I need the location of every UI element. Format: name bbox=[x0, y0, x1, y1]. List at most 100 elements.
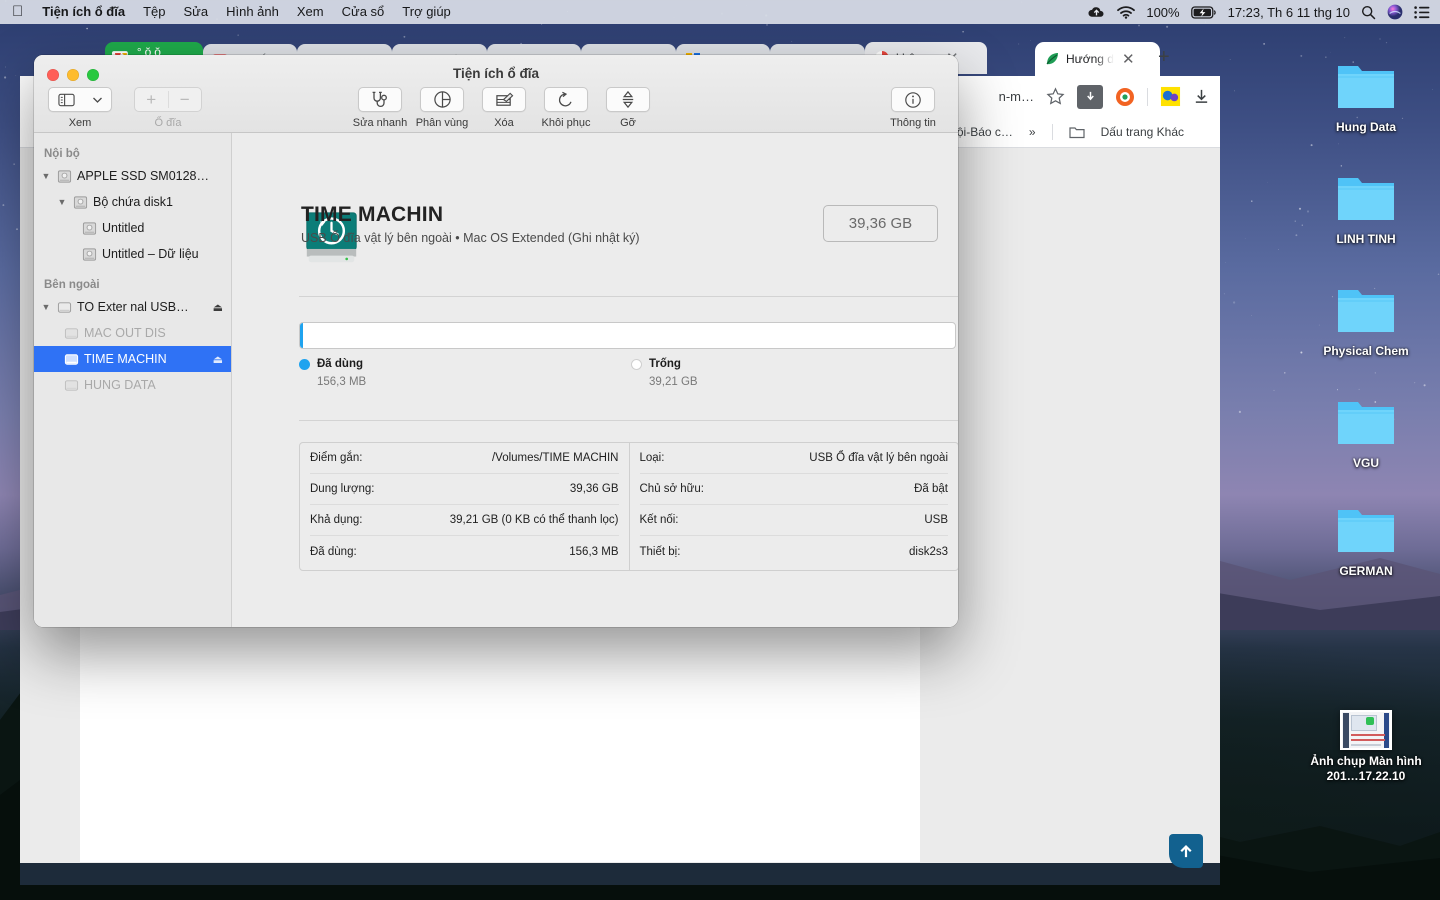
partition-label: Phân vùng bbox=[415, 117, 469, 129]
desktop-icon-linh-tinh[interactable]: LINH TINH bbox=[1306, 168, 1426, 247]
wifi-icon[interactable] bbox=[1117, 5, 1136, 19]
erase-disk-icon bbox=[495, 92, 513, 106]
table-row: Loại: USB Ổ đĩa vật lý bên ngoài bbox=[639, 443, 948, 474]
sidebar-item-time-machin[interactable]: TIME MACHIN ⏏ bbox=[34, 346, 231, 372]
detail-value: 39,21 GB (0 KB có thể thanh lọc) bbox=[449, 514, 619, 526]
first-aid-button-face[interactable] bbox=[358, 87, 402, 112]
menu-item-image[interactable]: Hình ảnh bbox=[217, 0, 288, 24]
legend-free: Trống 39,21 GB bbox=[631, 358, 698, 388]
plus-minus-control[interactable]: + − bbox=[134, 87, 202, 112]
action-toolbar-group[interactable]: Sửa nhanh Phân vùng Xóa Khôi phục Gỡ bbox=[349, 87, 659, 129]
folder-icon bbox=[1328, 500, 1404, 560]
chevron-down-icon[interactable] bbox=[92, 96, 103, 104]
orange-circle-extension-icon[interactable] bbox=[1115, 87, 1135, 107]
window-titlebar[interactable]: Tiện ích ổ đĩa Xem + − Ổ đĩa Sửa nhanh P… bbox=[34, 55, 958, 133]
detail-key: Chủ sở hữu: bbox=[639, 483, 704, 495]
remove-disk-button[interactable]: − bbox=[169, 91, 202, 108]
folder-icon bbox=[1328, 392, 1404, 452]
table-row: Khả dụng: 39,21 GB (0 KB có thể thanh lọ… bbox=[310, 505, 619, 536]
cloud-upload-icon[interactable] bbox=[1087, 5, 1106, 19]
disclosure-triangle-icon[interactable]: ▼ bbox=[56, 197, 68, 207]
erase-button-face[interactable] bbox=[482, 87, 526, 112]
info-circle-icon bbox=[905, 91, 921, 108]
detail-value: Đã bật bbox=[914, 483, 948, 495]
downloads-icon[interactable] bbox=[1193, 88, 1210, 105]
desktop-icon-hung-data[interactable]: Hung Data bbox=[1306, 56, 1426, 135]
info-button[interactable]: Thông tin bbox=[882, 87, 944, 129]
apple-logo-icon[interactable]:  bbox=[8, 4, 33, 21]
table-row: Chủ sở hữu: Đã bật bbox=[639, 474, 948, 505]
unmount-button-face[interactable] bbox=[606, 87, 650, 112]
desktop-icon-physical-chem[interactable]: Physical Chem bbox=[1306, 280, 1426, 359]
details-column-right: Loại: USB Ổ đĩa vật lý bên ngoài Chủ sở … bbox=[630, 443, 959, 570]
folder-icon bbox=[1328, 56, 1404, 116]
tab-huong-d-active[interactable]: Hướng d ✕ bbox=[1035, 42, 1160, 76]
disclosure-triangle-icon[interactable]: ▼ bbox=[40, 171, 52, 181]
detail-value: /Volumes/TIME MACHIN bbox=[491, 452, 619, 464]
menu-item-edit[interactable]: Sửa bbox=[175, 0, 218, 24]
menu-item-window[interactable]: Cửa sổ bbox=[333, 0, 394, 24]
sidebar-item-container-disk1[interactable]: ▼ Bộ chứa disk1 bbox=[34, 189, 231, 215]
new-tab-button[interactable]: + bbox=[1148, 46, 1180, 73]
menu-app-name[interactable]: Tiện ích ổ đĩa bbox=[33, 0, 134, 24]
download-arrow-icon[interactable] bbox=[1077, 84, 1103, 109]
detail-value: 39,36 GB bbox=[569, 483, 619, 495]
view-segmented-control[interactable] bbox=[48, 87, 112, 112]
menubar-status-area[interactable]: 100% 17:23, Th 6 11 thg 10 bbox=[1087, 4, 1430, 20]
restore-button[interactable]: Khôi phục bbox=[535, 87, 597, 129]
restore-button-face[interactable] bbox=[544, 87, 588, 112]
disk-sidebar[interactable]: Nội bộ ▼ APPLE SSD SM0128… ▼ Bộ chứa dis… bbox=[34, 133, 232, 627]
address-fragment[interactable]: n-m… bbox=[999, 89, 1034, 104]
bookmark-star-icon[interactable] bbox=[1046, 87, 1065, 106]
siri-icon[interactable] bbox=[1387, 4, 1403, 20]
sidebar-item-mac-out-dis[interactable]: MAC OUT DIS bbox=[34, 320, 231, 346]
back-to-top-button[interactable] bbox=[1169, 834, 1203, 868]
volume-icon bbox=[82, 221, 97, 235]
disclosure-triangle-icon[interactable]: ▼ bbox=[40, 302, 52, 312]
sidebar-item-apple-ssd[interactable]: ▼ APPLE SSD SM0128… bbox=[34, 163, 231, 189]
erase-button[interactable]: Xóa bbox=[473, 87, 535, 129]
sidebar-header-external: Bên ngoài bbox=[44, 279, 100, 291]
add-disk-button[interactable]: + bbox=[135, 91, 168, 108]
eject-icon[interactable]: ⏏ bbox=[213, 353, 223, 366]
disk-toolbar-group[interactable]: + − Ổ đĩa bbox=[134, 87, 202, 129]
disk-add-remove[interactable]: + − Ổ đĩa bbox=[134, 87, 202, 129]
unmount-eject-icon bbox=[622, 90, 634, 109]
volume-subtitle: USB Ổ đĩa vật lý bên ngoài • Mac OS Exte… bbox=[301, 231, 640, 245]
legend-used-value: 156,3 MB bbox=[317, 376, 367, 388]
control-center-icon[interactable] bbox=[1414, 5, 1430, 19]
menu-item-view[interactable]: Xem bbox=[288, 0, 333, 24]
tab-close-icon[interactable]: ✕ bbox=[1122, 52, 1135, 67]
site-footer[interactable]: TRANG CHỦ GIÚP ĐỠ ĐIỀU KHOẢN & QUY ĐỊNH … bbox=[20, 863, 1220, 885]
disk-label: Ổ đĩa bbox=[154, 117, 182, 129]
macos-menu-bar[interactable]:  Tiện ích ổ đĩa Tệp Sửa Hình ảnh Xem Cử… bbox=[0, 0, 1440, 24]
sidebar-item-untitled[interactable]: Untitled bbox=[34, 215, 231, 241]
unmount-button[interactable]: Gỡ bbox=[597, 87, 659, 129]
menubar-clock[interactable]: 17:23, Th 6 11 thg 10 bbox=[1228, 5, 1350, 20]
first-aid-button[interactable]: Sửa nhanh bbox=[349, 87, 411, 129]
partition-button-face[interactable] bbox=[420, 87, 464, 112]
disk-utility-window[interactable]: Tiện ích ổ đĩa Xem + − Ổ đĩa Sửa nhanh P… bbox=[34, 55, 958, 627]
desktop-icon-screenshot[interactable]: Ảnh chụp Màn hình 201…17.22.10 bbox=[1306, 710, 1426, 784]
view-button[interactable]: Xem bbox=[48, 87, 112, 129]
yellow-extension-icon[interactable] bbox=[1160, 86, 1181, 107]
eject-icon[interactable]: ⏏ bbox=[213, 301, 223, 314]
info-toolbar-group[interactable]: Thông tin bbox=[882, 87, 944, 129]
sidebar-header-internal: Nội bộ bbox=[44, 148, 80, 160]
sidebar-item-hung-data[interactable]: HUNG DATA bbox=[34, 372, 231, 398]
view-toolbar-group[interactable]: Xem bbox=[48, 87, 112, 129]
menu-item-help[interactable]: Trợ giúp bbox=[393, 0, 460, 24]
menu-item-file[interactable]: Tệp bbox=[134, 0, 174, 24]
sidebar-item-external-usb[interactable]: ▼ TO Exter nal USB… ⏏ bbox=[34, 294, 231, 320]
desktop-icon-german[interactable]: GERMAN bbox=[1306, 500, 1426, 579]
sidebar-item-untitled-data[interactable]: Untitled – Dữ liệu bbox=[34, 241, 231, 267]
legend-used-label: Đã dùng bbox=[317, 358, 363, 370]
bookmarks-overflow-icon[interactable]: » bbox=[1029, 125, 1036, 139]
folder-icon bbox=[1069, 127, 1085, 139]
info-button-face[interactable] bbox=[891, 87, 935, 112]
spotlight-search-icon[interactable] bbox=[1361, 5, 1376, 20]
battery-charging-icon[interactable] bbox=[1190, 5, 1217, 19]
desktop-icon-vgu[interactable]: VGU bbox=[1306, 392, 1426, 471]
other-bookmarks-label[interactable]: Dấu trang Khác bbox=[1101, 125, 1184, 139]
partition-button[interactable]: Phân vùng bbox=[411, 87, 473, 129]
